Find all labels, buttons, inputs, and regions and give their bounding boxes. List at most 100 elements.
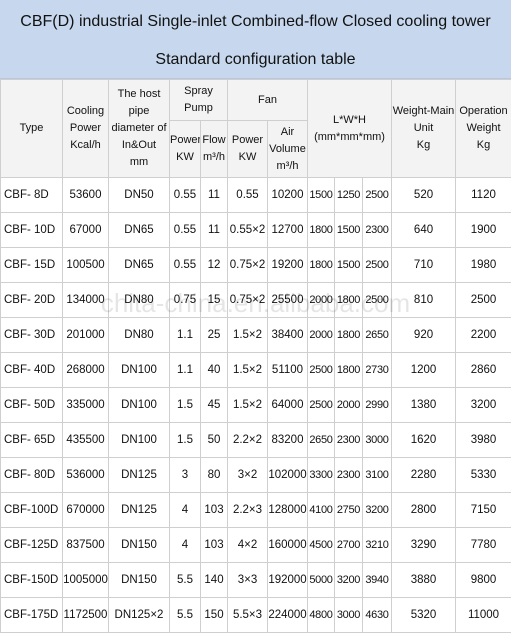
cell-fan-air-volume: 19200 bbox=[268, 248, 308, 283]
cell-operation-weight: 7150 bbox=[456, 493, 511, 528]
cell-height: 4630 bbox=[363, 598, 392, 633]
cell-spray-power: 1.1 bbox=[170, 318, 201, 353]
header-operation-weight: OperationWeightKg bbox=[456, 80, 511, 178]
cell-spray-power: 1.5 bbox=[170, 423, 201, 458]
cell-height: 2300 bbox=[363, 213, 392, 248]
cell-fan-power: 2.2×3 bbox=[228, 493, 268, 528]
cell-operation-weight: 7780 bbox=[456, 528, 511, 563]
cell-spray-power: 1.5 bbox=[170, 388, 201, 423]
cell-spray-flow: 40 bbox=[201, 353, 228, 388]
table-row: CBF- 40D268000DN1001.1401.5×251100250018… bbox=[1, 353, 511, 388]
cell-width: 1500 bbox=[335, 248, 363, 283]
cell-spray-flow: 50 bbox=[201, 423, 228, 458]
cell-type: CBF-100D bbox=[1, 493, 63, 528]
cell-cooling-power: 100500 bbox=[63, 248, 109, 283]
cell-fan-air-volume: 25500 bbox=[268, 283, 308, 318]
cell-weight-main: 2280 bbox=[392, 458, 456, 493]
cell-height: 3100 bbox=[363, 458, 392, 493]
cell-fan-air-volume: 224000 bbox=[268, 598, 308, 633]
cell-width: 1800 bbox=[335, 283, 363, 318]
cell-width: 2750 bbox=[335, 493, 363, 528]
table-row: CBF- 8D53600DN500.55110.5510200150012502… bbox=[1, 178, 511, 213]
cell-spray-flow: 103 bbox=[201, 493, 228, 528]
cell-spray-power: 5.5 bbox=[170, 563, 201, 598]
cell-spray-power: 0.75 bbox=[170, 283, 201, 318]
cell-spray-flow: 80 bbox=[201, 458, 228, 493]
cell-fan-power: 2.2×2 bbox=[228, 423, 268, 458]
cell-fan-power: 0.55×2 bbox=[228, 213, 268, 248]
table-row: CBF- 50D335000DN1001.5451.5×264000250020… bbox=[1, 388, 511, 423]
cell-operation-weight: 3980 bbox=[456, 423, 511, 458]
cell-weight-main: 640 bbox=[392, 213, 456, 248]
cell-cooling-power: 134000 bbox=[63, 283, 109, 318]
cell-type: CBF-175D bbox=[1, 598, 63, 633]
cell-length: 2500 bbox=[308, 353, 335, 388]
table-row: CBF- 65D435500DN1001.5502.2×283200265023… bbox=[1, 423, 511, 458]
cell-cooling-power: 268000 bbox=[63, 353, 109, 388]
header-spray-power: PowerKW bbox=[170, 121, 201, 178]
table-body: CBF- 8D53600DN500.55110.5510200150012502… bbox=[1, 178, 511, 633]
cell-fan-power: 1.5×2 bbox=[228, 388, 268, 423]
cell-fan-power: 1.5×2 bbox=[228, 353, 268, 388]
header-cooling-power: CoolingPowerKcal/h bbox=[63, 80, 109, 178]
cell-host-pipe: DN80 bbox=[109, 283, 170, 318]
cell-width: 2700 bbox=[335, 528, 363, 563]
cell-weight-main: 920 bbox=[392, 318, 456, 353]
cell-type: CBF- 50D bbox=[1, 388, 63, 423]
cell-length: 2650 bbox=[308, 423, 335, 458]
cell-type: CBF- 40D bbox=[1, 353, 63, 388]
header-weight-main: Weight-MainUnitKg bbox=[392, 80, 456, 178]
cell-type: CBF- 65D bbox=[1, 423, 63, 458]
table-row: CBF- 10D67000DN650.55110.55×212700180015… bbox=[1, 213, 511, 248]
cell-length: 2000 bbox=[308, 283, 335, 318]
spec-table: Type CoolingPowerKcal/h The hostpipediam… bbox=[0, 79, 511, 633]
cell-weight-main: 1620 bbox=[392, 423, 456, 458]
cell-type: CBF- 8D bbox=[1, 178, 63, 213]
header-fan: Fan bbox=[228, 80, 308, 121]
cell-fan-air-volume: 192000 bbox=[268, 563, 308, 598]
cell-height: 2730 bbox=[363, 353, 392, 388]
page-title: CBF(D) industrial Single-inlet Combined-… bbox=[0, 0, 511, 79]
cell-weight-main: 5320 bbox=[392, 598, 456, 633]
cell-spray-flow: 140 bbox=[201, 563, 228, 598]
cell-host-pipe: DN80 bbox=[109, 318, 170, 353]
cell-fan-power: 0.55 bbox=[228, 178, 268, 213]
cell-weight-main: 3290 bbox=[392, 528, 456, 563]
cell-length: 4800 bbox=[308, 598, 335, 633]
cell-fan-power: 3×2 bbox=[228, 458, 268, 493]
cell-cooling-power: 201000 bbox=[63, 318, 109, 353]
cell-host-pipe: DN100 bbox=[109, 423, 170, 458]
cell-host-pipe: DN125×2 bbox=[109, 598, 170, 633]
table-row: CBF- 15D100500DN650.55120.75×21920018001… bbox=[1, 248, 511, 283]
cell-type: CBF- 30D bbox=[1, 318, 63, 353]
cell-fan-air-volume: 38400 bbox=[268, 318, 308, 353]
table-header: Type CoolingPowerKcal/h The hostpipediam… bbox=[1, 80, 511, 178]
cell-weight-main: 1380 bbox=[392, 388, 456, 423]
cell-length: 1800 bbox=[308, 248, 335, 283]
cell-spray-flow: 45 bbox=[201, 388, 228, 423]
cell-fan-power: 1.5×2 bbox=[228, 318, 268, 353]
cell-cooling-power: 335000 bbox=[63, 388, 109, 423]
cell-operation-weight: 11000 bbox=[456, 598, 511, 633]
cell-fan-air-volume: 83200 bbox=[268, 423, 308, 458]
cell-spray-flow: 150 bbox=[201, 598, 228, 633]
cell-host-pipe: DN150 bbox=[109, 528, 170, 563]
header-type: Type bbox=[1, 80, 63, 178]
cell-cooling-power: 435500 bbox=[63, 423, 109, 458]
table-row: CBF-175D1172500DN125×25.51505.5×32240004… bbox=[1, 598, 511, 633]
cell-spray-power: 4 bbox=[170, 528, 201, 563]
cell-host-pipe: DN50 bbox=[109, 178, 170, 213]
cell-spray-power: 0.55 bbox=[170, 248, 201, 283]
cell-width: 1500 bbox=[335, 213, 363, 248]
cell-spray-flow: 12 bbox=[201, 248, 228, 283]
cell-operation-weight: 2200 bbox=[456, 318, 511, 353]
table-row: CBF-125D837500DN15041034×216000045002700… bbox=[1, 528, 511, 563]
cell-length: 1800 bbox=[308, 213, 335, 248]
cell-type: CBF-150D bbox=[1, 563, 63, 598]
cell-spray-flow: 25 bbox=[201, 318, 228, 353]
cell-weight-main: 710 bbox=[392, 248, 456, 283]
header-lwh: L*W*H(mm*mm*mm) bbox=[308, 80, 392, 178]
cell-operation-weight: 3200 bbox=[456, 388, 511, 423]
cell-fan-air-volume: 128000 bbox=[268, 493, 308, 528]
cell-spray-flow: 103 bbox=[201, 528, 228, 563]
